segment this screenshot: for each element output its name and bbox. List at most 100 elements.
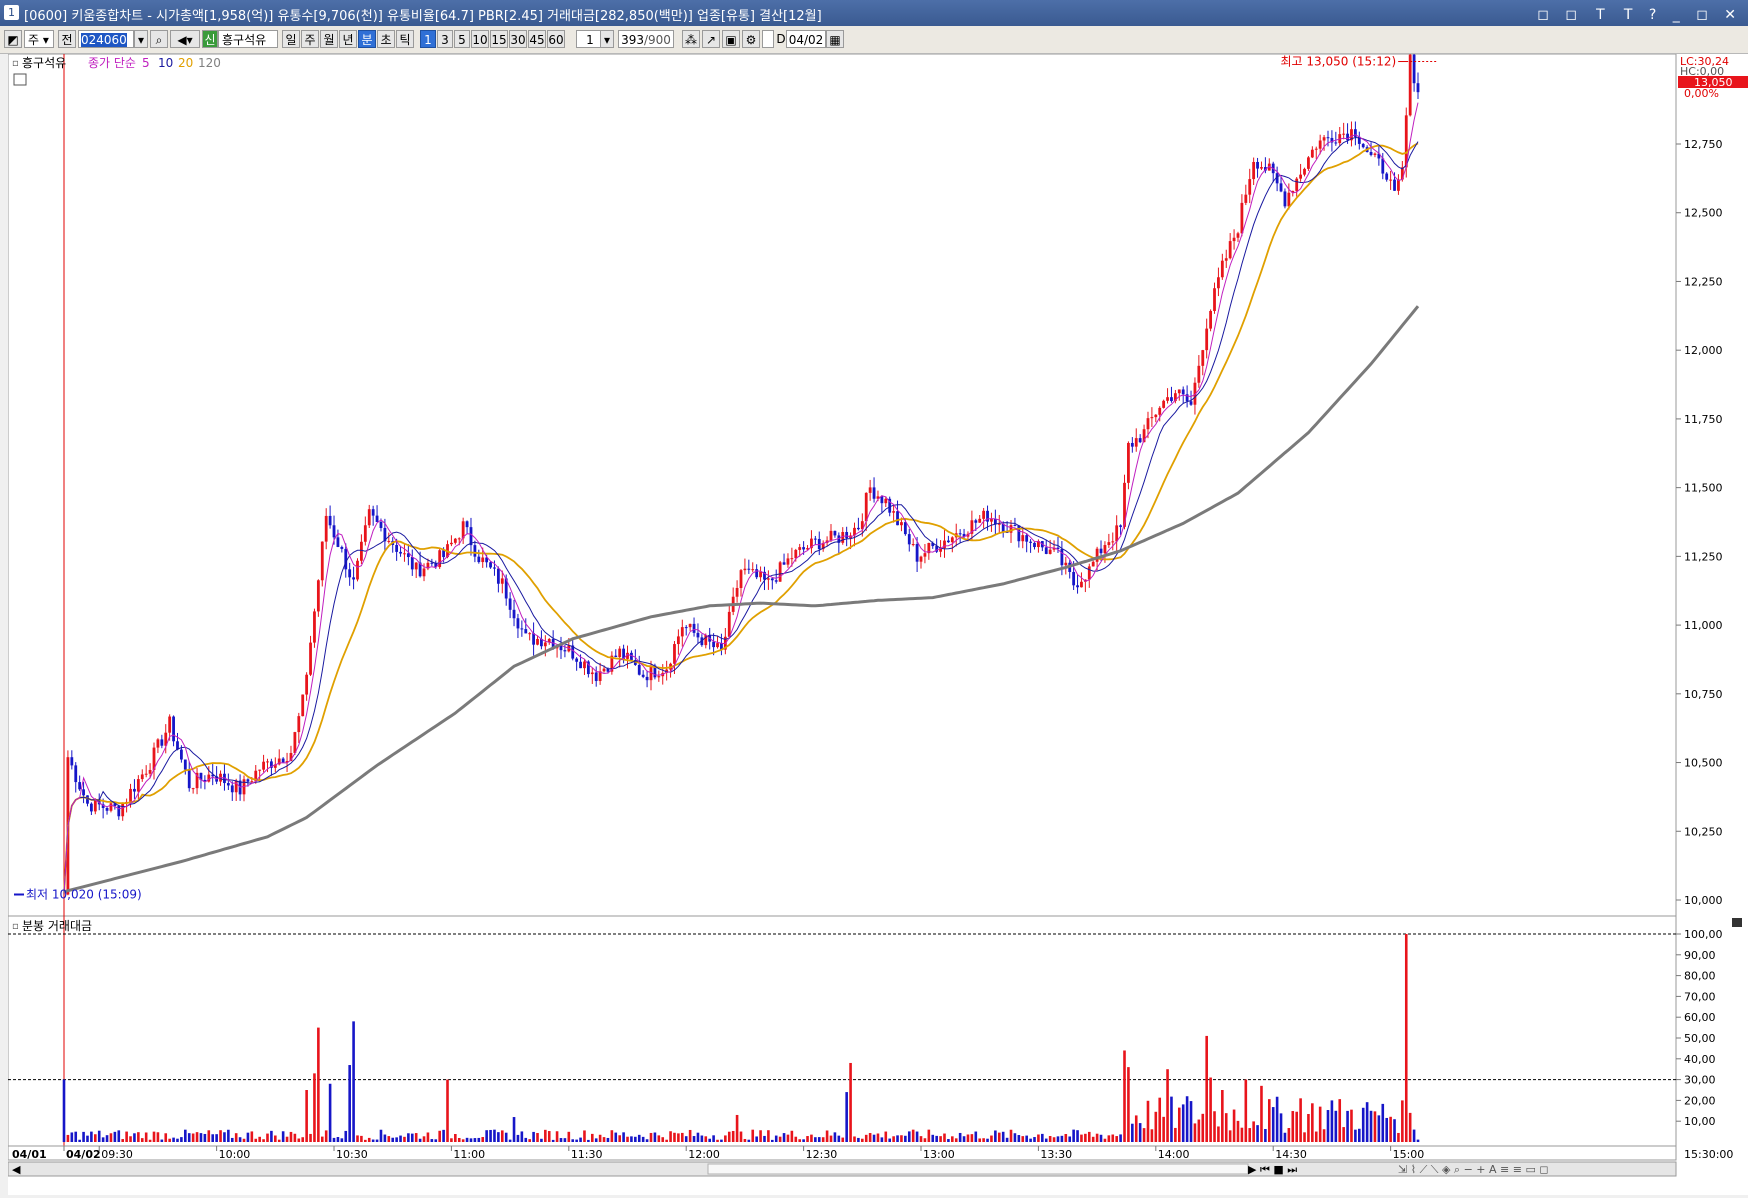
interval-tab-15[interactable]: 15	[490, 30, 508, 48]
date-checkbox[interactable]	[762, 30, 774, 48]
window-title: [0600] 키움종합차트 - 시가총액[1,958(억)] 유통수[9,706…	[24, 9, 822, 24]
code-dropdown-icon[interactable]: ▾	[134, 30, 148, 48]
chart-area[interactable]: ▫ 흥구석유 종가 단순 5 10 20 120 LC:30,24 HC:0,0…	[7, 49, 1748, 1195]
y-tick-label: 11,750	[1684, 413, 1723, 426]
gear-icon[interactable]: ⚙	[742, 30, 760, 48]
period-select[interactable]: 주 ▾	[24, 30, 54, 48]
interval-tab-60[interactable]: 60	[547, 30, 565, 48]
volume-bar	[563, 1138, 567, 1142]
candle-body	[1326, 137, 1330, 139]
volume-bar	[497, 1132, 500, 1142]
candle-body	[1087, 566, 1091, 580]
playback-controls-icon[interactable]: ▶ ⏮ ■ ⏭	[1248, 1163, 1297, 1176]
scroll-left-icon[interactable]: ◀	[12, 1163, 21, 1176]
period-tab-0[interactable]: 일	[282, 30, 300, 48]
candle-body	[336, 537, 340, 547]
save-icon[interactable]: ▣	[722, 30, 740, 48]
volume-bar	[180, 1137, 183, 1142]
volume-bar	[148, 1139, 152, 1142]
candle-body	[524, 629, 528, 634]
volume-bar	[1373, 1111, 1377, 1142]
candle-body	[520, 628, 524, 630]
low-annotation: 최저 10,020 (15:09)	[26, 888, 142, 902]
volume-close-icon[interactable]	[1732, 918, 1742, 927]
candle-body	[1119, 525, 1122, 527]
volume-bar	[606, 1137, 610, 1142]
volume-bar	[438, 1130, 441, 1142]
interval-tab-3[interactable]: 3	[437, 30, 453, 48]
volume-bar	[1052, 1137, 1056, 1142]
volume-bar	[207, 1130, 211, 1142]
period-tab-1[interactable]: 주	[301, 30, 319, 48]
candle-body	[688, 623, 692, 628]
interval-tab-45[interactable]: 45	[528, 30, 546, 48]
candle-body	[802, 547, 806, 550]
candle-body	[399, 551, 402, 554]
volume-bar	[915, 1131, 919, 1142]
interval-tab-10[interactable]: 10	[471, 30, 489, 48]
date-input[interactable]: 04/02	[786, 30, 826, 48]
volume-bar	[1025, 1135, 1028, 1142]
volume-bar	[1267, 1099, 1271, 1142]
candle-body	[532, 633, 535, 645]
volume-bar	[234, 1133, 238, 1142]
candle-body	[324, 515, 328, 542]
volume-bar	[309, 1133, 312, 1142]
volume-bar	[1037, 1134, 1040, 1142]
volume-bar	[516, 1134, 520, 1142]
scrollbar-thumb[interactable]	[707, 1163, 1249, 1175]
multiplier-dropdown-icon[interactable]: ▾	[600, 30, 614, 48]
volume-bar	[1119, 1134, 1122, 1142]
candle-body	[1220, 260, 1224, 278]
volume-bar	[1205, 1035, 1208, 1142]
calendar-icon[interactable]: ▦	[826, 30, 844, 48]
window-controls[interactable]: ◻ ◻ Ｔ T ? _ ◻ ✕	[1537, 4, 1742, 24]
candle-body	[594, 672, 598, 682]
bar-count-display[interactable]: 393/900	[618, 30, 674, 48]
search-icon[interactable]: ⌕	[150, 30, 168, 48]
candle-body	[356, 560, 359, 580]
period-tab-3[interactable]: 년	[339, 30, 357, 48]
ma10-label: 10	[158, 56, 173, 70]
volume-bar	[1064, 1133, 1068, 1142]
volume-bar	[1076, 1130, 1079, 1142]
interval-tab-1[interactable]: 1	[420, 30, 436, 48]
volume-bar	[512, 1117, 516, 1142]
candle-body	[1244, 194, 1248, 203]
volume-bar	[250, 1131, 254, 1142]
candle-body	[766, 578, 770, 580]
restore-icon[interactable]: ◩	[4, 30, 22, 48]
candle-body	[692, 623, 696, 633]
period-tab-2[interactable]: 월	[320, 30, 338, 48]
period-tab-5[interactable]: 초	[377, 30, 395, 48]
candle-body	[813, 538, 817, 540]
all-toggle[interactable]: 전	[58, 30, 76, 48]
indicator-icon[interactable]: ⁂	[682, 30, 700, 48]
candle-body	[778, 562, 782, 582]
interval-tab-30[interactable]: 30	[509, 30, 527, 48]
volume-bar	[1123, 1050, 1126, 1142]
candle-body	[465, 521, 469, 528]
candle-body	[747, 568, 751, 570]
candle-body	[1389, 179, 1393, 181]
interval-tab-5[interactable]: 5	[454, 30, 470, 48]
drawing-tools-icon[interactable]: ⇲ ⌇ ⟋ ⟍ ◈ ⌕ − + A ≡ ≡ ▭ ◻	[1398, 1163, 1548, 1176]
volume-bar	[289, 1131, 293, 1142]
candle-body	[1385, 173, 1389, 180]
speaker-icon[interactable]: ◀▾	[170, 30, 200, 48]
period-tab-4[interactable]: 분	[358, 30, 376, 48]
draw-icon[interactable]: ↗	[702, 30, 720, 48]
candle-body	[1217, 277, 1220, 289]
volume-tick-label: 100,00	[1684, 928, 1723, 941]
volume-bar	[1330, 1100, 1334, 1142]
stock-code-input[interactable]: 024060	[78, 30, 134, 48]
x-tick-label: 10:00	[219, 1148, 251, 1161]
period-tab-6[interactable]: 틱	[396, 30, 414, 48]
y-tick-label: 10,750	[1684, 688, 1723, 701]
new-badge[interactable]: 신	[202, 30, 218, 48]
candle-body	[645, 676, 649, 681]
panel-grid-icon[interactable]	[13, 73, 27, 86]
volume-bar	[430, 1139, 434, 1142]
candle-body	[673, 644, 676, 664]
chart-svg[interactable]: ▫ 흥구석유 종가 단순 5 10 20 120 LC:30,24 HC:0,0…	[7, 49, 1748, 1195]
